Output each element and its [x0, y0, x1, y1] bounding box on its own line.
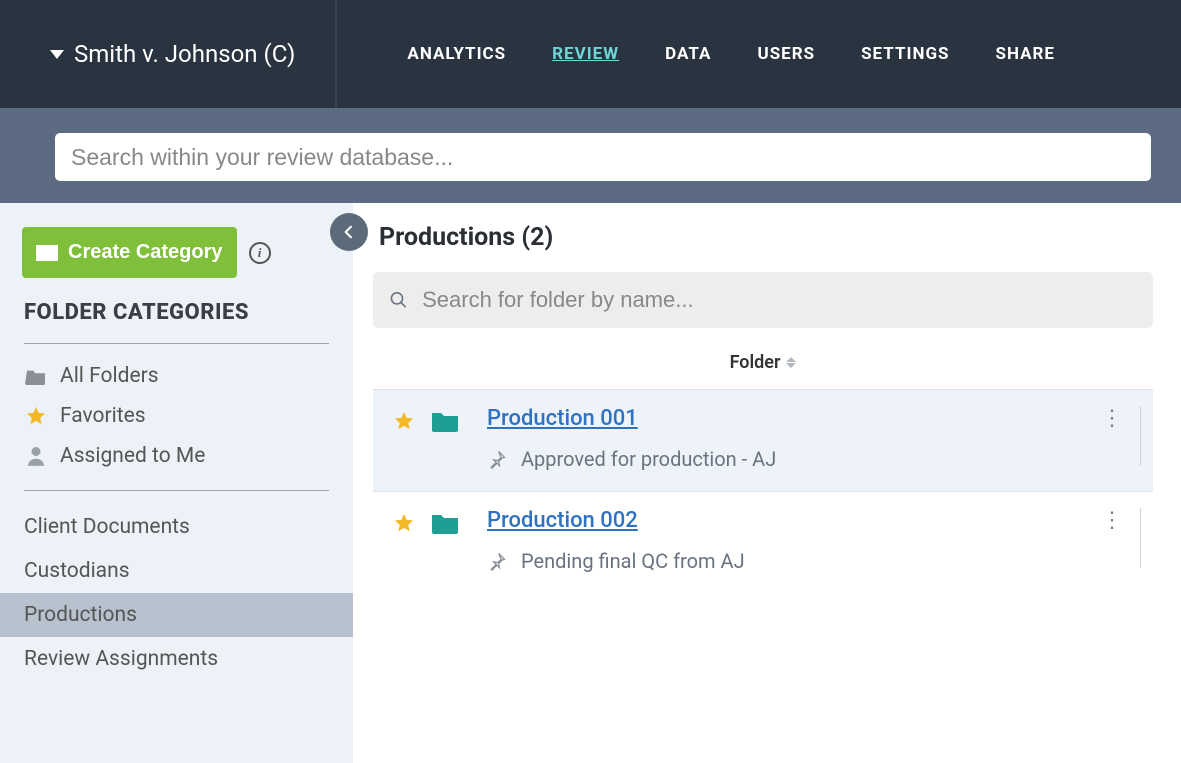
row-more-button[interactable]: ⋮: [1097, 406, 1126, 431]
favorite-toggle[interactable]: [393, 410, 415, 438]
sidebar-item-assigned-to-me[interactable]: Assigned to Me: [0, 436, 353, 476]
dropdown-triangle-icon: [50, 50, 64, 59]
column-folder[interactable]: Folder: [730, 352, 797, 373]
folder-search-box[interactable]: [373, 272, 1153, 328]
sidebar-heading: FOLDER CATEGORIES: [0, 300, 353, 343]
create-row: Create Category i: [0, 227, 353, 300]
folder-search-input[interactable]: [422, 287, 1137, 313]
person-icon: [24, 446, 48, 466]
nav-users[interactable]: USERS: [757, 44, 815, 64]
folder-note: Approved for production - AJ: [487, 447, 1097, 471]
nav-data[interactable]: DATA: [665, 44, 711, 64]
nav-settings[interactable]: SETTINGS: [861, 44, 949, 64]
folder-row-body: Production 001 Approved for production -…: [487, 406, 1097, 471]
category-label: Custodians: [24, 559, 130, 583]
star-icon: [393, 410, 415, 432]
nav-links: ANALYTICS REVIEW DATA USERS SETTINGS SHA…: [407, 44, 1055, 64]
column-folder-label: Folder: [730, 352, 781, 373]
sidebar-item-label: Favorites: [60, 404, 146, 428]
category-label: Productions: [24, 603, 137, 627]
favorite-toggle[interactable]: [393, 512, 415, 540]
chevron-left-icon: [341, 224, 357, 240]
folder-row-body: Production 002 Pending final QC from AJ: [487, 508, 1097, 573]
create-category-button[interactable]: Create Category: [22, 227, 237, 278]
pin-icon: [487, 551, 507, 571]
page-title: Productions (2): [373, 223, 1153, 252]
sidebar-category-productions[interactable]: Productions: [0, 593, 353, 637]
sidebar-category-list: Client Documents Custodians Productions …: [0, 491, 353, 681]
sidebar: Create Category i FOLDER CATEGORIES All …: [0, 203, 353, 763]
global-search-wrap: [0, 108, 1181, 203]
star-icon: [393, 512, 415, 534]
sidebar-item-all-folders[interactable]: All Folders: [0, 356, 353, 396]
folder-row[interactable]: Production 002 Pending final QC from AJ …: [373, 491, 1153, 593]
case-selector[interactable]: Smith v. Johnson (C): [50, 0, 337, 108]
sidebar-item-favorites[interactable]: Favorites: [0, 396, 353, 436]
nav-share[interactable]: SHARE: [996, 44, 1056, 64]
info-icon[interactable]: i: [249, 242, 271, 264]
folder-note: Pending final QC from AJ: [487, 549, 1097, 573]
sidebar-item-label: Assigned to Me: [60, 444, 205, 468]
case-name: Smith v. Johnson (C): [74, 40, 295, 68]
pin-icon: [487, 449, 507, 469]
folder-icon: [431, 512, 459, 538]
create-category-label: Create Category: [68, 241, 223, 264]
folder-link[interactable]: Production 001: [487, 406, 638, 431]
global-search-input[interactable]: [71, 144, 1135, 171]
row-divider: [1140, 406, 1141, 466]
body: Create Category i FOLDER CATEGORIES All …: [0, 203, 1181, 763]
sidebar-category-review-assignments[interactable]: Review Assignments: [0, 637, 353, 681]
folder-icon: [24, 367, 48, 385]
sidebar-collapse-button[interactable]: [330, 213, 368, 251]
sidebar-category-custodians[interactable]: Custodians: [0, 549, 353, 593]
search-icon: [389, 290, 408, 310]
top-nav: Smith v. Johnson (C) ANALYTICS REVIEW DA…: [0, 0, 1181, 108]
category-label: Client Documents: [24, 515, 190, 539]
main-panel: Productions (2) Folder Production 001: [353, 203, 1181, 763]
nav-analytics[interactable]: ANALYTICS: [407, 44, 506, 64]
row-more-button[interactable]: ⋮: [1097, 508, 1126, 533]
sidebar-category-client-documents[interactable]: Client Documents: [0, 505, 353, 549]
folder-link[interactable]: Production 002: [487, 508, 638, 533]
sort-icon: [786, 357, 796, 368]
sidebar-item-label: All Folders: [60, 364, 159, 388]
folder-note-text: Pending final QC from AJ: [521, 549, 745, 573]
category-label: Review Assignments: [24, 647, 218, 671]
row-divider: [1140, 508, 1141, 568]
global-search-box[interactable]: [55, 133, 1151, 181]
nav-review[interactable]: REVIEW: [552, 44, 619, 64]
tag-icon: [36, 245, 58, 261]
sidebar-fixed-list: All Folders Favorites Assigned to Me: [0, 344, 353, 490]
table-header: Folder: [373, 328, 1153, 389]
star-icon: [24, 405, 48, 427]
folder-icon: [431, 410, 459, 436]
folder-note-text: Approved for production - AJ: [521, 447, 776, 471]
folder-row[interactable]: Production 001 Approved for production -…: [373, 389, 1153, 491]
